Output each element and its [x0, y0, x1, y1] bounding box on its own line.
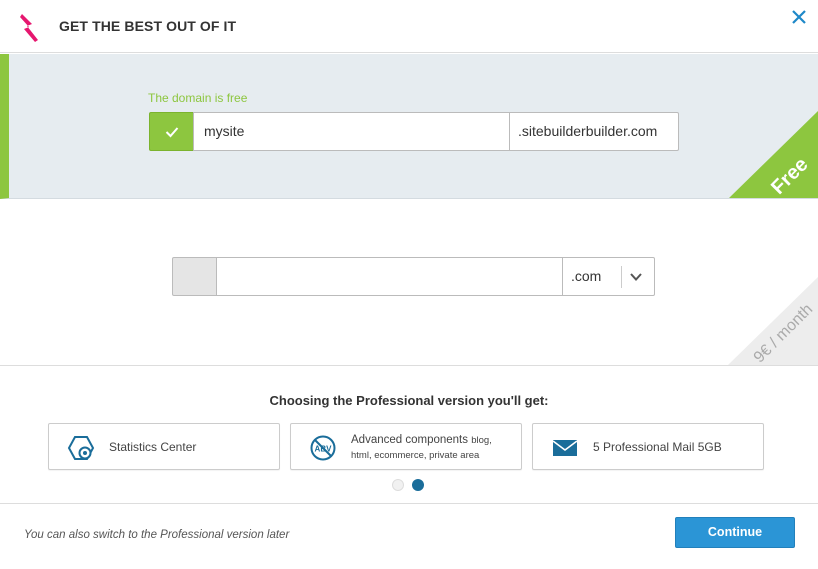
mail-icon [552, 440, 578, 456]
domain-status-text: The domain is free [148, 91, 248, 105]
carousel-dot-1[interactable] [392, 479, 404, 491]
footer-note: You can also switch to the Professional … [24, 529, 290, 541]
tld-selected-value: .com [571, 268, 602, 284]
pro-domain-checkbox[interactable] [172, 257, 217, 296]
benefit-card-statistics[interactable]: Statistics Center [48, 423, 280, 470]
dialog-footer: You can also switch to the Professional … [0, 504, 818, 569]
benefit-card-mail[interactable]: 5 Professional Mail 5GB [532, 423, 764, 470]
tld-divider [621, 266, 622, 288]
pro-domain-section: .com 9€ / month [0, 200, 818, 366]
benefit-card-sublabel: html, ecommerce, private area [351, 450, 480, 461]
dialog-title: GET THE BEST OUT OF IT [59, 18, 237, 34]
dialog-header: GET THE BEST OUT OF IT [0, 0, 818, 53]
benefit-card-title-extra: blog, [471, 435, 492, 446]
tld-select[interactable]: .com [562, 257, 655, 296]
close-icon[interactable] [792, 10, 806, 24]
check-icon [165, 126, 178, 137]
statistics-icon [67, 436, 95, 460]
benefit-card-label: Advanced components blog, html, ecommerc… [351, 433, 492, 463]
free-domain-section: The domain is free mysite .sitebuilderbu… [0, 54, 818, 199]
domain-available-indicator [149, 112, 194, 151]
benefit-card-label: Statistics Center [109, 440, 197, 454]
pro-domain-input[interactable] [216, 257, 563, 296]
benefit-card-components[interactable]: ABV Advanced components blog, html, ecom… [290, 423, 522, 470]
benefits-title: Choosing the Professional version you'll… [269, 393, 549, 408]
continue-button[interactable]: Continue [675, 517, 795, 548]
domain-suffix: .sitebuilderbuilder.com [509, 112, 679, 151]
abv-components-icon: ABV [310, 435, 336, 461]
carousel-dot-2[interactable] [412, 479, 424, 491]
pro-benefits-section: Choosing the Professional version you'll… [0, 367, 818, 504]
benefit-card-label: 5 Professional Mail 5GB [593, 440, 722, 454]
lightning-bolt-icon [20, 14, 38, 42]
subdomain-input[interactable]: mysite [193, 112, 510, 151]
chevron-down-icon[interactable] [629, 271, 643, 283]
benefit-card-title: Advanced components [351, 434, 468, 446]
